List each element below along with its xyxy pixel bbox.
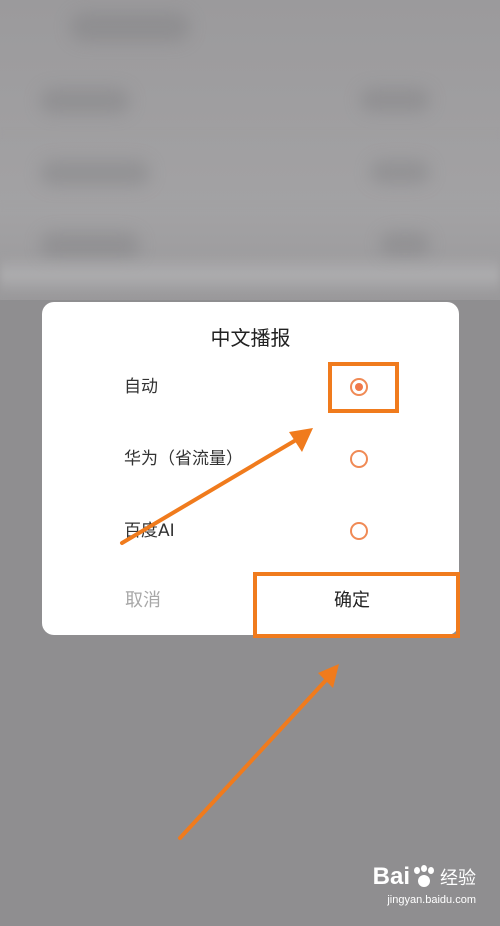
paw-icon xyxy=(412,865,436,889)
blurred-text xyxy=(380,232,430,256)
dialog-title: 中文播报 xyxy=(210,326,291,350)
blurred-text xyxy=(70,12,190,42)
arrow-line-icon xyxy=(178,677,329,840)
radio-unselected-icon[interactable] xyxy=(350,450,368,468)
option-label: 百度AI xyxy=(124,521,175,541)
option-label: 自动 xyxy=(124,377,158,397)
blurred-text xyxy=(40,88,130,114)
blurred-text xyxy=(370,160,430,184)
watermark-url: jingyan.baidu.com xyxy=(387,894,476,906)
baidu-jingyan-watermark: Bai 经验 jingyan.baidu.com xyxy=(326,854,476,914)
divider xyxy=(0,132,500,134)
watermark-logo: Bai 经验 xyxy=(373,862,476,892)
annotation-box-radio xyxy=(328,362,399,413)
annotation-box-confirm xyxy=(253,572,460,638)
radio-unselected-icon[interactable] xyxy=(350,522,368,540)
option-label: 华为（省流量） xyxy=(124,449,243,469)
blurred-text xyxy=(40,160,150,186)
watermark-suffix: 经验 xyxy=(440,868,476,888)
arrow-head-icon xyxy=(318,664,339,688)
watermark-logo-text: Bai xyxy=(372,863,410,890)
cancel-button[interactable]: 取消 xyxy=(125,587,161,615)
blurred-text xyxy=(360,88,430,112)
divider xyxy=(0,205,500,207)
background-fade xyxy=(0,255,500,295)
